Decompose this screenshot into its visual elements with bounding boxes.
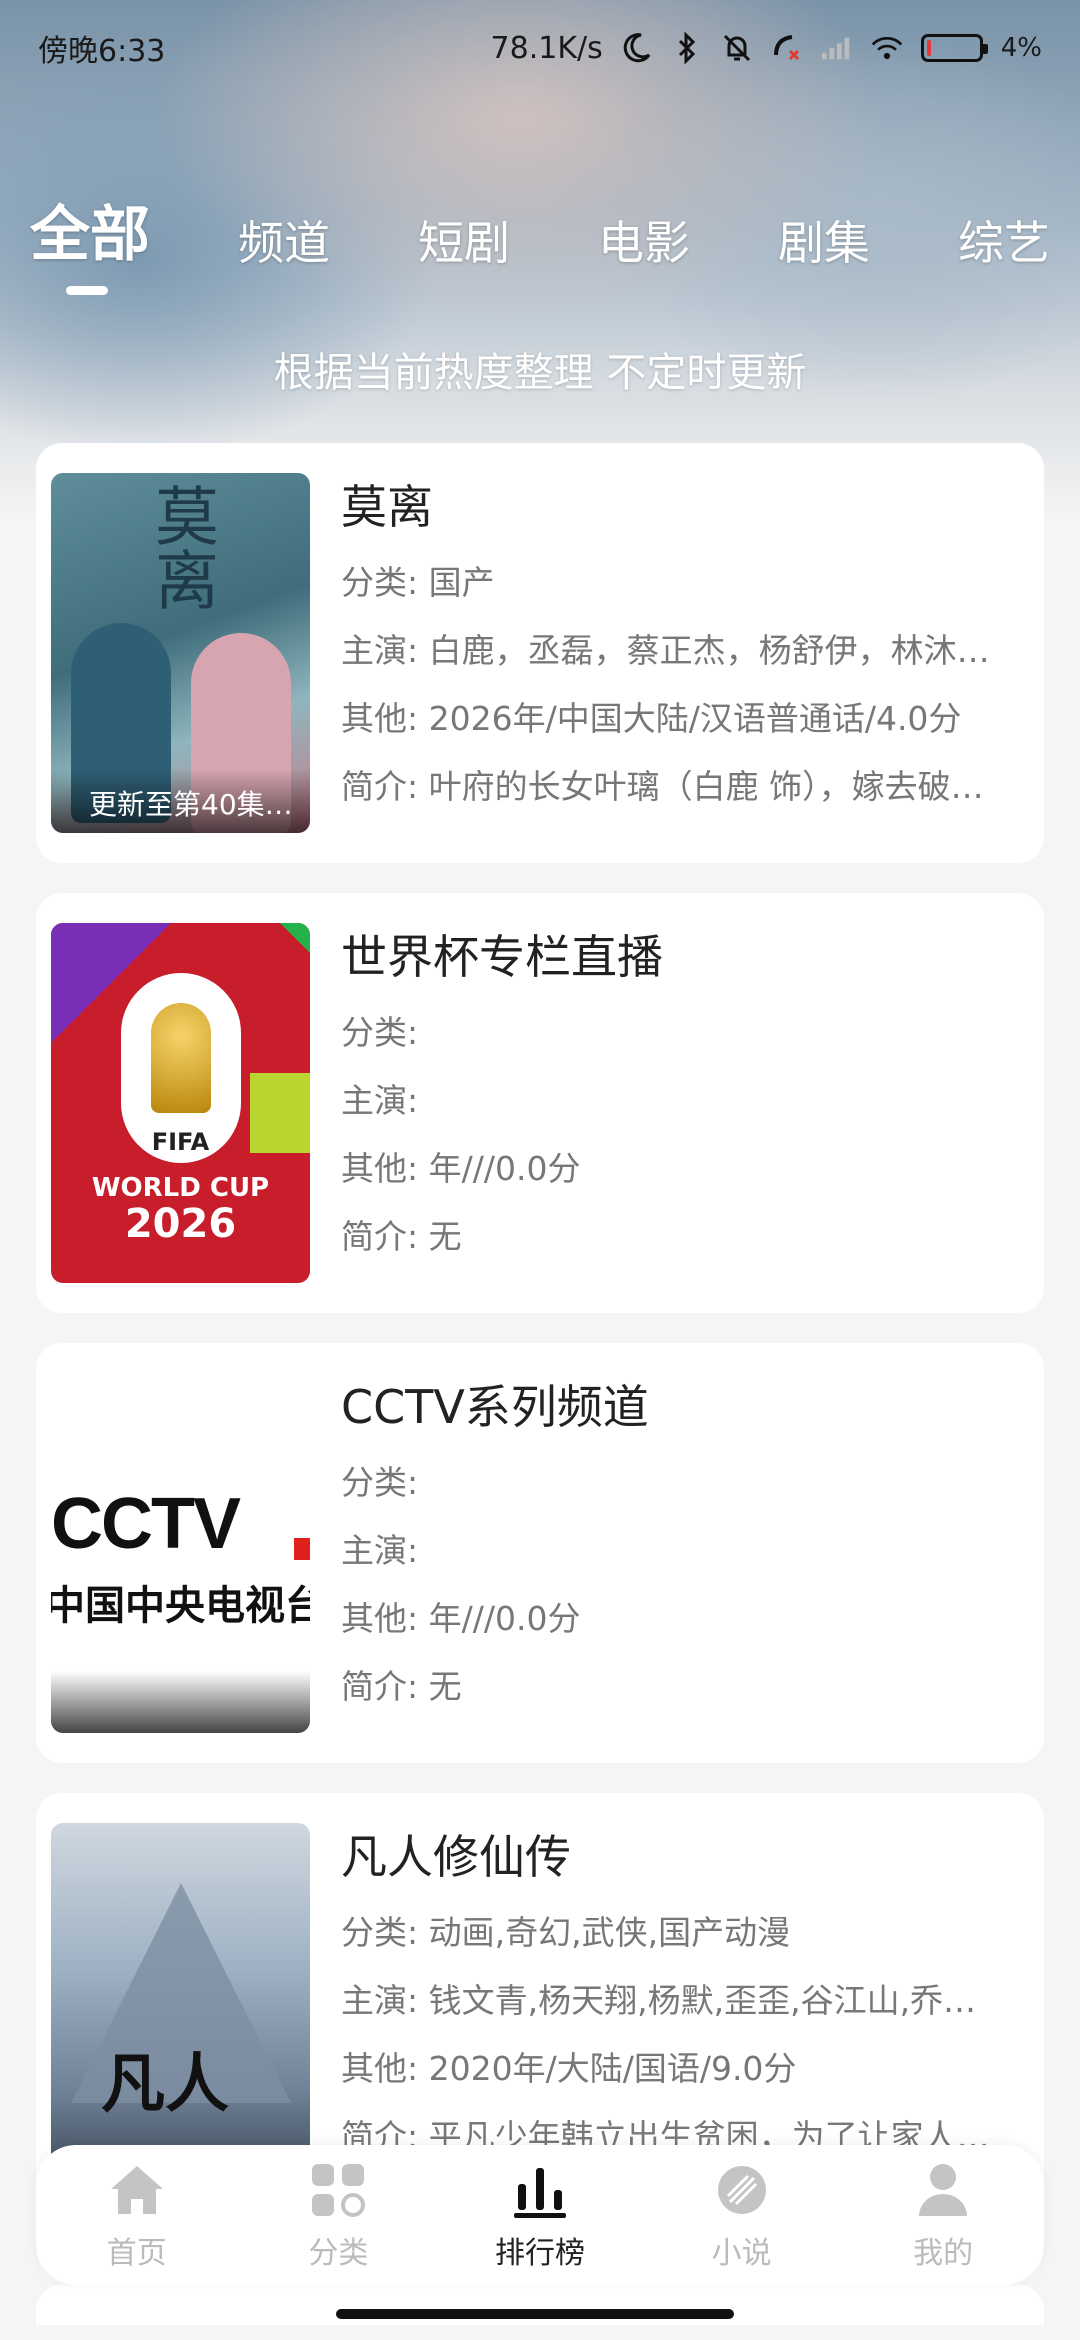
- nav-novel[interactable]: 小说: [667, 2158, 817, 2272]
- item-title: 世界杯专栏直播: [341, 930, 663, 984]
- list-item[interactable]: 莫离 更新至第40集… 莫离 分类: 国产 主演: 白鹿，丞磊，蔡正杰，杨舒伊，…: [36, 443, 1044, 863]
- poster-text: FIFA: [151, 1128, 210, 1156]
- network-speed: 78.1K/s: [490, 30, 603, 66]
- item-cast: 主演:: [341, 1531, 419, 1570]
- mute-bell-icon: [721, 32, 753, 64]
- list-item-partial: [36, 2285, 1044, 2325]
- status-bar: 傍晚6:33 78.1K/s 4%: [0, 0, 1080, 96]
- nav-label: 排行榜: [494, 2236, 585, 2271]
- poster-decoration: [51, 1671, 310, 1733]
- poster-text: WORLD CUP: [91, 1173, 270, 1203]
- poster-text: 中国中央电视台: [51, 1583, 310, 1629]
- novel-icon: [710, 2158, 774, 2222]
- poster-image: FIFA WORLD CUP 2026: [51, 923, 310, 1283]
- bluetooth-icon: [671, 32, 703, 64]
- item-category: 分类: 动画,奇幻,武侠,国产动漫: [341, 1913, 791, 1952]
- status-time: 傍晚6:33: [38, 34, 166, 69]
- item-title: 莫离: [341, 480, 433, 534]
- item-title: 凡人修仙传: [341, 1830, 571, 1884]
- item-cast: 主演: 白鹿，丞磊，蔡正杰，杨舒伊，林沐…: [341, 631, 990, 670]
- tab-all[interactable]: 全部: [30, 186, 150, 295]
- poster-decoration: [280, 923, 310, 953]
- signal-icon: [821, 32, 853, 64]
- poster-calligraphy: 凡人: [101, 2047, 229, 2122]
- battery-icon: [920, 34, 988, 62]
- nav-profile[interactable]: 我的: [868, 2158, 1018, 2272]
- poster-text: 2026: [124, 1201, 237, 1247]
- moon-icon: [621, 32, 653, 64]
- item-other: 其他: 2020年/大陆/国语/9.0分: [341, 2049, 797, 2088]
- tab-movies[interactable]: 电影: [598, 207, 690, 295]
- category-icon: [306, 2158, 370, 2222]
- ranking-list: 莫离 更新至第40集… 莫离 分类: 国产 主演: 白鹿，丞磊，蔡正杰，杨舒伊，…: [36, 443, 1044, 2243]
- bottom-navigation: 首页 分类 排行榜 小说 我的: [36, 2145, 1044, 2285]
- poster-caption: 更新至第40集…: [51, 769, 310, 833]
- item-cast: 主演: 钱文青,杨天翔,杨默,歪歪,谷江山,乔…: [341, 1981, 977, 2020]
- battery-percent: 4%: [1000, 33, 1042, 63]
- poster-decoration: [294, 1538, 310, 1560]
- nav-label: 首页: [106, 2236, 167, 2271]
- tab-variety[interactable]: 综艺: [958, 207, 1050, 295]
- tab-series[interactable]: 剧集: [778, 207, 870, 295]
- poster-calligraphy: 莫离: [144, 483, 218, 611]
- nav-label: 分类: [308, 2236, 369, 2271]
- item-intro: 简介: 叶府的长女叶璃（白鹿 饰），嫁去破…: [341, 767, 984, 806]
- poster-text: CCTV: [51, 1484, 241, 1564]
- ranking-subtitle: 根据当前热度整理 不定时更新: [273, 350, 807, 396]
- item-category: 分类:: [341, 1463, 419, 1502]
- poster-image: CCTV 中国中央电视台: [51, 1373, 310, 1733]
- item-other: 其他: 年///0.0分: [341, 1599, 581, 1638]
- active-tab-indicator: [66, 286, 108, 295]
- item-other: 其他: 年///0.0分: [341, 1149, 581, 1188]
- item-category: 分类: 国产: [341, 563, 495, 602]
- trophy-icon: [151, 1003, 211, 1113]
- item-title: CCTV系列频道: [341, 1380, 649, 1434]
- item-other: 其他: 2026年/中国大陆/汉语普通话/4.0分: [341, 699, 962, 738]
- poster-image: 莫离 更新至第40集…: [51, 473, 310, 833]
- item-category: 分类:: [341, 1013, 419, 1052]
- tab-label: 全部: [30, 200, 150, 270]
- tab-channels[interactable]: 频道: [238, 207, 330, 295]
- item-intro: 简介: 无: [341, 1217, 462, 1256]
- wifi-icon: [871, 32, 903, 64]
- list-item[interactable]: FIFA WORLD CUP 2026 世界杯专栏直播 分类: 主演: 其他: …: [36, 893, 1044, 1313]
- item-cast: 主演:: [341, 1081, 419, 1120]
- poster-image: 凡人: [51, 1823, 310, 2183]
- tab-short-drama[interactable]: 短剧: [418, 207, 510, 295]
- list-item[interactable]: CCTV 中国中央电视台 CCTV系列频道 分类: 主演: 其他: 年///0.…: [36, 1343, 1044, 1763]
- category-tabs: 全部 频道 短剧 电影 剧集 综艺: [0, 200, 1080, 295]
- nav-label: 小说: [711, 2236, 772, 2271]
- nav-home[interactable]: 首页: [62, 2158, 212, 2272]
- item-intro: 简介: 无: [341, 1667, 462, 1706]
- nav-ranking[interactable]: 排行榜: [465, 2158, 615, 2272]
- home-icon: [105, 2158, 169, 2222]
- nav-category[interactable]: 分类: [263, 2158, 413, 2272]
- nav-label: 我的: [913, 2236, 974, 2271]
- profile-icon: [911, 2158, 975, 2222]
- call-off-icon: [771, 32, 803, 64]
- home-indicator[interactable]: [336, 2309, 734, 2319]
- ranking-icon: [508, 2158, 572, 2222]
